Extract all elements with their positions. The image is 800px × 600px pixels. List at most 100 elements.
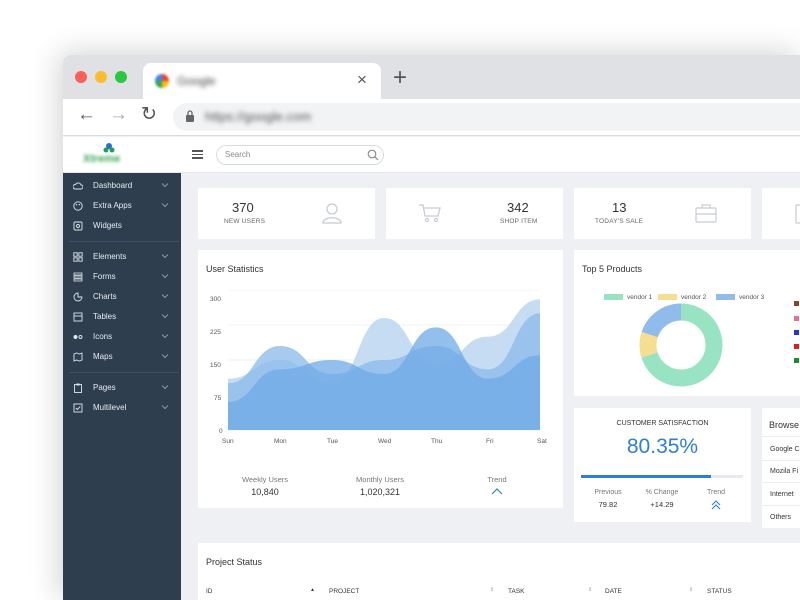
maximize-window-button[interactable]: [115, 71, 127, 83]
sidebar-item-label: Widgets: [93, 221, 122, 230]
sidebar-item-tables[interactable]: Tables: [63, 307, 181, 327]
monthly-users-label: Monthly Users: [356, 475, 404, 484]
close-window-button[interactable]: [75, 71, 87, 83]
browser-tab[interactable]: Google ×: [143, 63, 381, 99]
sidebar-item-multilevel[interactable]: Multilevel: [63, 398, 181, 418]
y-tick-label: 0: [219, 428, 223, 435]
sidebar-item-charts[interactable]: Charts: [63, 287, 181, 307]
legend-label: vendor 2: [681, 294, 707, 301]
stat-value: 370: [232, 200, 254, 215]
top-products-card: Top 5 Products vendor 1 vendor 2 vendor …: [574, 250, 800, 396]
sidebar-item-label: Multilevel: [93, 403, 127, 412]
map-icon: [73, 352, 83, 362]
widget-icon: [73, 221, 83, 231]
column-header-task[interactable]: TASK: [508, 588, 525, 595]
sidebar-item-maps[interactable]: Maps: [63, 347, 181, 367]
browser-row: Others: [770, 514, 792, 521]
user-icon: [322, 203, 342, 224]
url-field[interactable]: https://google.com: [173, 103, 800, 131]
column-header-date[interactable]: DATE: [605, 588, 622, 595]
card-title: User Statistics: [206, 264, 264, 274]
search-icon[interactable]: [367, 149, 379, 161]
y-tick-label: 225: [210, 329, 221, 336]
new-tab-icon[interactable]: +: [393, 64, 407, 92]
stat-label: SHOP ITEM: [500, 218, 538, 225]
x-tick-label: Mon: [274, 438, 287, 445]
satisfaction-progress-fill: [581, 475, 712, 478]
reload-icon[interactable]: ↻: [141, 103, 157, 126]
cart-icon: [419, 204, 441, 223]
sidebar-item-extra-apps[interactable]: Extra Apps: [63, 196, 181, 216]
sidebar-item-label: Pages: [93, 383, 116, 392]
card-title: Project Status: [206, 557, 263, 567]
checkbox-icon: [73, 403, 83, 413]
color-marker: [794, 301, 799, 306]
customer-satisfaction-card: CUSTOMER SATISFACTION 80.35% Previous 79…: [574, 408, 751, 522]
x-tick-label: Tue: [327, 438, 338, 445]
browser-window: Google × + ← → ↻ https://google.com Xtre…: [63, 55, 800, 600]
toggle-icon: [73, 335, 83, 339]
sidebar-item-forms[interactable]: Forms: [63, 267, 181, 287]
cloud-icon: [73, 182, 83, 190]
tab-close-icon[interactable]: ×: [357, 70, 367, 90]
minimize-window-button[interactable]: [95, 71, 107, 83]
url-text: https://google.com: [205, 109, 312, 124]
x-tick-label: Sun: [222, 438, 234, 445]
sort-up-icon[interactable]: ▲: [310, 587, 315, 593]
logo[interactable]: Xtreme: [77, 143, 147, 169]
legend-swatch: [604, 294, 623, 300]
x-tick-label: Thu: [431, 438, 443, 445]
sidebar-item-widgets[interactable]: Widgets: [63, 216, 181, 236]
sort-icon[interactable]: ⇕: [689, 587, 693, 593]
sidebar-item-dashboard[interactable]: Dashboard: [63, 176, 181, 196]
monthly-users-value: 1,020,321: [359, 487, 401, 497]
stat-card-todays-sale: 13 TODAY'S SALE: [574, 188, 751, 239]
divider: [762, 436, 800, 437]
x-tick-label: Fri: [486, 438, 494, 445]
column-header-project[interactable]: PROJECT: [329, 588, 359, 595]
document-icon: [795, 204, 800, 224]
user-statistics-card: User Statistics 300 225 150 75 0 Sun Mon…: [198, 250, 563, 508]
divider: [762, 460, 800, 461]
previous-value: 79.82: [598, 500, 618, 509]
chevron-down-icon: [161, 274, 169, 279]
sidebar-item-pages[interactable]: Pages: [63, 378, 181, 398]
legend-swatch: [716, 294, 735, 300]
table-icon: [73, 312, 83, 322]
chevron-down-icon: [161, 314, 169, 319]
menu-toggle-icon[interactable]: [192, 150, 203, 159]
search-input[interactable]: Search: [216, 145, 384, 165]
trend-label: Trend: [706, 489, 726, 496]
column-header-id[interactable]: ID: [206, 588, 213, 595]
legend-label: vendor 1: [627, 294, 653, 301]
stat-card-shop-item: 342 SHOP ITEM: [386, 188, 563, 239]
double-chevron-up-icon: [711, 500, 721, 510]
sidebar-item-icons[interactable]: Icons: [63, 327, 181, 347]
card-title: Browse: [769, 420, 800, 430]
browser-stats-card: Browse Google C Mozila Fi Internet Other…: [762, 408, 800, 528]
stat-card-new-users: 370 NEW USERS: [198, 188, 375, 239]
previous-label: Previous: [594, 489, 622, 496]
sort-icon[interactable]: ⇕: [588, 587, 592, 593]
trend-label: Trend: [487, 475, 507, 484]
sidebar-item-label: Icons: [93, 332, 113, 341]
color-marker: [794, 316, 799, 321]
color-marker: [794, 358, 799, 363]
user-statistics-area-chart: [228, 290, 540, 431]
legend-swatch: [658, 294, 677, 300]
sidebar-item-label: Dashboard: [93, 181, 133, 190]
grid-icon: [73, 252, 83, 262]
y-tick-label: 75: [214, 395, 222, 402]
lock-icon: [186, 110, 194, 122]
dashboard-app: Xtreme Search Dashboard Extra Apps Widge…: [63, 137, 800, 600]
sidebar-item-label: Elements: [93, 252, 127, 261]
forward-arrow-icon[interactable]: →: [109, 104, 128, 126]
column-header-status[interactable]: STATUS: [707, 588, 732, 595]
sort-icon[interactable]: ⇕: [490, 587, 494, 593]
chevron-down-icon: [161, 334, 169, 339]
stat-card-partial: [762, 188, 800, 239]
back-arrow-icon[interactable]: ←: [77, 104, 96, 126]
y-tick-label: 150: [210, 362, 221, 369]
sidebar-item-label: Charts: [93, 292, 117, 301]
sidebar-item-elements[interactable]: Elements: [63, 247, 181, 267]
